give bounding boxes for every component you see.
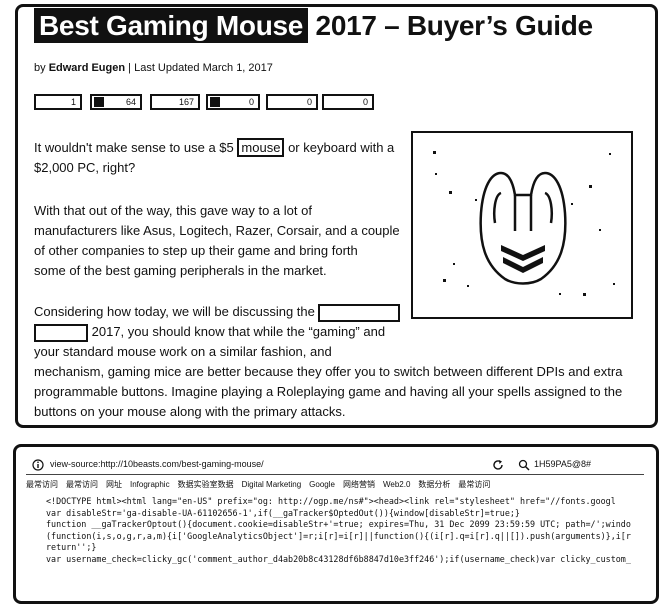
mouse-link[interactable]: mouse bbox=[237, 138, 285, 157]
share-button-4[interactable]: 0 bbox=[206, 94, 260, 110]
bookmarks-bar: 最常访问 最常访问 网址 Infographic 数据实验室数据 Digital… bbox=[26, 476, 644, 492]
p3-text: Considering how today, we will be discus… bbox=[34, 304, 315, 319]
code-line: return'';} bbox=[46, 542, 97, 553]
author-link[interactable]: Edward Eugen bbox=[49, 62, 125, 74]
share-button-6[interactable]: 0 bbox=[322, 94, 374, 110]
code-line: (function(i,s,o,g,r,a,m){i['GoogleAnalyt… bbox=[46, 530, 631, 541]
p1-text: It wouldn't make sense to use a $5 bbox=[34, 140, 234, 155]
code-line: <!DOCTYPE html><html lang="en-US" prefix… bbox=[46, 496, 616, 506]
page-title: Best Gaming Mouse 2017 – Buyer’s Guide bbox=[34, 8, 594, 43]
bookmark-item[interactable]: 网址 bbox=[106, 479, 122, 490]
mouse-illustration bbox=[433, 151, 615, 296]
search-icon[interactable] bbox=[518, 459, 530, 471]
bookmark-item[interactable]: 数据实验室数据 bbox=[178, 479, 234, 490]
share-count: 0 bbox=[306, 97, 312, 107]
share-button-3[interactable]: 167 bbox=[150, 94, 200, 110]
share-count: 0 bbox=[248, 97, 254, 107]
bookmark-item[interactable]: Infographic bbox=[130, 480, 170, 489]
share-count: 0 bbox=[362, 97, 368, 107]
updated-date: Last Updated March 1, 2017 bbox=[134, 62, 273, 74]
p1-text: or keyboard with a bbox=[288, 140, 395, 155]
share-button-2[interactable]: 64 bbox=[90, 94, 142, 110]
info-icon[interactable] bbox=[32, 459, 44, 471]
bookmark-item[interactable]: 数据分析 bbox=[418, 479, 450, 490]
gaming-mouse-image bbox=[411, 131, 633, 319]
share-button-5[interactable]: 0 bbox=[266, 94, 318, 110]
p3-year: 2017, bbox=[91, 324, 125, 339]
title-highlight: Best Gaming Mouse bbox=[34, 8, 309, 43]
title-rest: 2017 – Buyer’s Guide bbox=[315, 10, 594, 41]
bookmark-item[interactable]: Google bbox=[309, 480, 335, 489]
code-line: var username_check=clicky_gc('comment_au… bbox=[46, 553, 631, 564]
byline-prefix: by bbox=[34, 62, 46, 74]
paragraph-1: It wouldn't make sense to use a $5 mouse… bbox=[34, 138, 404, 178]
p3-line: your standard mouse work on a similar fa… bbox=[34, 344, 332, 359]
paragraph-2: With that out of the way, this gave way … bbox=[34, 201, 404, 281]
p2-line: With that out of the way, this gave way … bbox=[34, 203, 312, 218]
p1-text: $2,000 PC, right? bbox=[34, 160, 136, 175]
share-count: 1 bbox=[70, 97, 76, 107]
p2-line: manufacturers like Asus, Logitech, Razer… bbox=[34, 223, 400, 238]
bookmark-item[interactable]: Web2.0 bbox=[383, 480, 410, 489]
p3-line: buttons on your mouse along with the pri… bbox=[34, 404, 346, 419]
bookmark-item[interactable]: 最常访问 bbox=[26, 479, 58, 490]
bookmark-item[interactable]: 最常访问 bbox=[458, 479, 490, 490]
redacted-link[interactable] bbox=[34, 323, 88, 342]
search-field[interactable]: 1H59PA5@8# bbox=[534, 459, 591, 469]
redacted-link[interactable] bbox=[318, 303, 401, 322]
bookmark-item[interactable]: 网络营销 bbox=[343, 479, 375, 490]
byline-separator: | bbox=[128, 62, 132, 74]
p3-line: programmable buttons. Imagine playing a … bbox=[34, 384, 623, 399]
p3-line: mechanism, gaming mice are better becaus… bbox=[34, 364, 623, 379]
code-line: var disableStr='ga-disable-UA-61102656-1… bbox=[46, 507, 520, 518]
bookmark-item[interactable]: Digital Marketing bbox=[242, 480, 302, 489]
reload-icon[interactable] bbox=[492, 459, 504, 471]
byline: by Edward Eugen | Last Updated March 1, … bbox=[34, 62, 273, 74]
social-icon bbox=[94, 97, 104, 107]
code-line: function __gaTrackerOptout(){document.co… bbox=[46, 519, 631, 530]
share-count: 167 bbox=[178, 97, 194, 107]
url-text[interactable]: view-source:http://10beasts.com/best-gam… bbox=[50, 459, 264, 469]
bookmark-item[interactable]: 最常访问 bbox=[66, 479, 98, 490]
share-button-1[interactable]: 1 bbox=[34, 94, 82, 110]
p2-line: of other companies to step up their game… bbox=[34, 243, 358, 258]
p3-text: you should know that while the “gaming” … bbox=[127, 324, 386, 339]
social-icon bbox=[210, 97, 220, 107]
p2-line: some of the best gaming peripherals in t… bbox=[34, 263, 327, 278]
share-count: 64 bbox=[125, 97, 136, 107]
source-code: <!DOCTYPE html><html lang="en-US" prefix… bbox=[46, 496, 642, 566]
